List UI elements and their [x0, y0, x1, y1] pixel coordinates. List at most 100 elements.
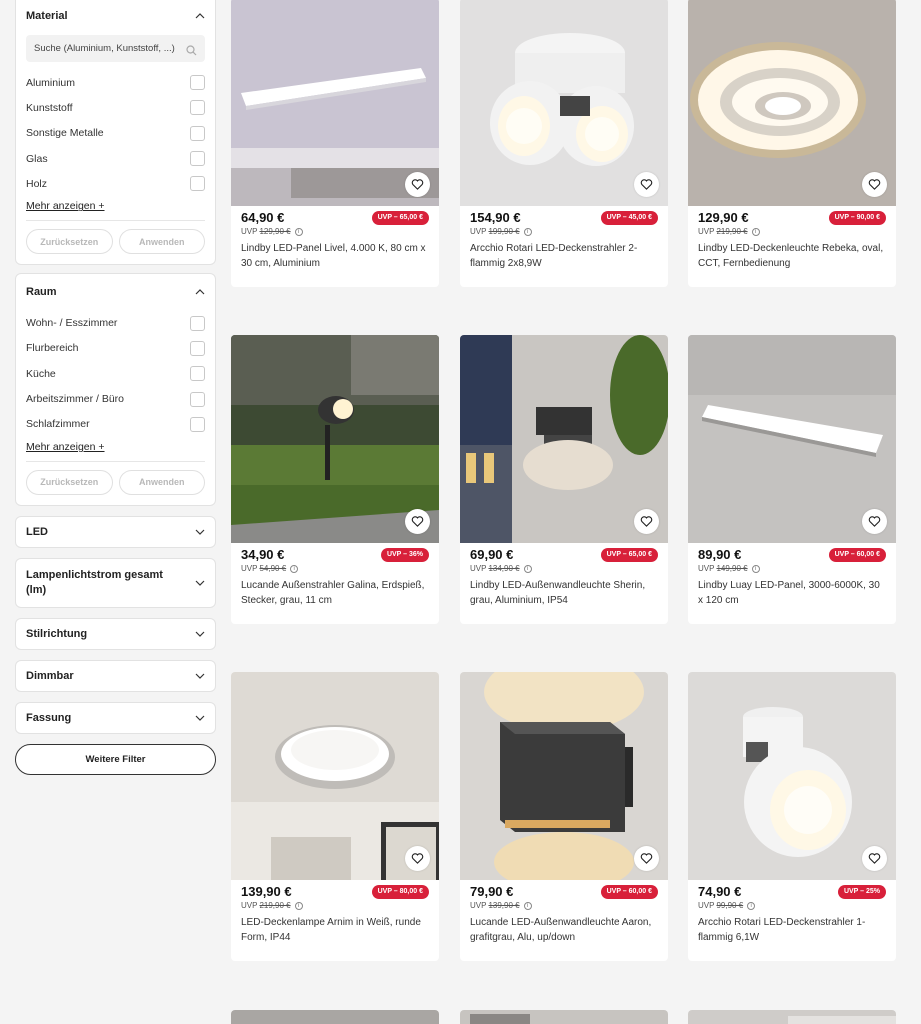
product-title[interactable]: Lindby LED-Außenwandleuchte Sherin, grau… [470, 578, 658, 608]
product-card[interactable]: 89,90 € UVP – 60,00 € UVP 149,90 € i Lindby… [688, 335, 896, 624]
filter-option[interactable]: Aluminium [26, 70, 205, 95]
product-card[interactable]: 34,90 € UVP – 36% UVP 54,90 € i Lucande Auß… [231, 335, 439, 624]
checkbox[interactable] [190, 416, 205, 432]
discount-badge: UVP – 90,00 € [828, 210, 886, 225]
product-card[interactable]: 139,90 € UVP – 80,00 € UVP 219,90 € i LED-D… [231, 672, 439, 961]
product-title[interactable]: Lindby LED-Deckenleuchte Rebeka, oval, C… [698, 241, 886, 271]
discount-badge: UVP – 60,00 € [600, 884, 658, 899]
checkbox[interactable] [190, 100, 205, 116]
wishlist-heart-icon[interactable] [634, 172, 659, 197]
apply-button[interactable]: Anwenden [118, 469, 205, 495]
checkbox[interactable] [190, 366, 205, 382]
product-price: 139,90 € [241, 884, 292, 899]
filter-option[interactable]: Schlafzimmer [26, 412, 205, 437]
filter-lumen[interactable]: Lampenlichtstrom gesamt (lm) [15, 557, 216, 608]
product-title[interactable]: Lindby LED-Panel Livel, 4.000 K, 80 cm x… [241, 241, 429, 271]
wishlist-heart-icon[interactable] [634, 846, 659, 871]
wishlist-heart-icon[interactable] [405, 846, 430, 871]
filter-option[interactable]: Sonstige Metalle [26, 121, 205, 146]
filter-led[interactable]: LED [15, 515, 216, 548]
checkbox[interactable] [190, 340, 205, 356]
product-card[interactable]: 69,90 € UVP – 65,00 € UVP 134,90 € i Lindby… [460, 335, 668, 624]
product-price: 74,90 € [698, 884, 742, 899]
product-price: 89,90 € [698, 547, 742, 562]
product-card[interactable]: 79,90 € UVP – 60,00 € UVP 139,90 € i Lucand… [460, 672, 668, 961]
product-card[interactable]: 129,90 € UVP – 90,00 € UVP 219,90 € i Lindb… [688, 0, 896, 287]
wishlist-heart-icon[interactable] [405, 509, 430, 534]
product-card[interactable]: 154,90 € UVP – 45,00 € UVP 199,90 € i Arcch… [460, 0, 668, 287]
filter-fassung[interactable]: Fassung [15, 701, 216, 734]
material-search [26, 35, 205, 62]
filter-option[interactable]: Küche [26, 361, 205, 386]
uvp-price: UVP 134,90 € i [470, 563, 658, 574]
filter-option[interactable]: Flurbereich [26, 336, 205, 361]
checkbox[interactable] [190, 315, 205, 331]
product-image[interactable] [460, 1010, 668, 1024]
uvp-price: UVP 54,90 € i [241, 563, 429, 574]
info-icon[interactable]: i [290, 564, 299, 573]
product-title[interactable]: Lucande LED-Außenwandleuchte Aaron, graf… [470, 915, 658, 945]
info-icon[interactable]: i [747, 901, 756, 910]
show-more-link[interactable]: Mehr anzeigen + [26, 441, 105, 453]
info-icon[interactable]: i [294, 901, 303, 910]
info-icon[interactable]: i [523, 564, 532, 573]
more-filters-button[interactable]: Weitere Filter [15, 743, 216, 775]
divider [26, 460, 205, 462]
reset-button[interactable]: Zurücksetzen [26, 229, 113, 255]
wishlist-heart-icon[interactable] [405, 172, 430, 197]
info-icon[interactable]: i [294, 227, 303, 236]
uvp-price: UVP 219,90 € i [698, 226, 886, 237]
filter-option[interactable]: Holz [26, 171, 205, 196]
product-image[interactable] [231, 1010, 439, 1024]
filter-raum-header[interactable]: Raum [16, 274, 215, 310]
product-card[interactable]: 64,90 € UVP – 65,00 € UVP 129,90 € i Lindby… [231, 0, 439, 287]
product-price: 129,90 € [698, 210, 749, 225]
wishlist-heart-icon[interactable] [862, 509, 887, 534]
product-title[interactable]: Arcchio Rotari LED-Deckenstrahler 2-flam… [470, 241, 658, 271]
discount-badge: UVP – 25% [837, 884, 886, 899]
wishlist-heart-icon[interactable] [862, 172, 887, 197]
product-title[interactable]: LED-Deckenlampe Arnim in Weiß, runde For… [241, 915, 429, 945]
product-image[interactable] [688, 1010, 896, 1024]
filter-material-header[interactable]: Material [16, 1, 215, 31]
checkbox[interactable] [190, 176, 205, 192]
product-price: 69,90 € [470, 547, 514, 562]
reset-button[interactable]: Zurücksetzen [26, 469, 113, 495]
show-more-link[interactable]: Mehr anzeigen + [26, 200, 105, 212]
discount-badge: UVP – 80,00 € [371, 884, 429, 899]
product-card[interactable]: 74,90 € UVP – 25% UVP 99,90 € i Arcchio Rot… [688, 672, 896, 961]
wishlist-heart-icon[interactable] [862, 846, 887, 871]
product-card[interactable] [460, 1010, 668, 1024]
chevron-down-icon [195, 671, 205, 681]
filter-option[interactable]: Kunststoff [26, 95, 205, 120]
info-icon[interactable]: i [751, 564, 760, 573]
checkbox[interactable] [190, 75, 205, 91]
filter-option[interactable]: Arbeitszimmer / Büro [26, 386, 205, 411]
info-icon[interactable]: i [523, 901, 532, 910]
uvp-price: UVP 149,90 € i [698, 563, 886, 574]
checkbox[interactable] [190, 151, 205, 167]
chevron-up-icon [195, 11, 205, 21]
discount-badge: UVP – 65,00 € [600, 547, 658, 562]
product-title[interactable]: Lucande Außenstrahler Galina, Erdspieß, … [241, 578, 429, 608]
product-title[interactable]: Arcchio Rotari LED-Deckenstrahler 1-flam… [698, 915, 886, 945]
filter-dimmbar[interactable]: Dimmbar [15, 659, 216, 692]
checkbox[interactable] [190, 391, 205, 407]
uvp-price: UVP 219,90 € i [241, 900, 429, 911]
info-icon[interactable]: i [523, 227, 532, 236]
filter-sidebar: Material Aluminium Kunststoff Sonstige M… [15, 0, 216, 775]
wishlist-heart-icon[interactable] [634, 509, 659, 534]
checkbox[interactable] [190, 125, 205, 141]
product-card[interactable] [688, 1010, 896, 1024]
filter-stilrichtung[interactable]: Stilrichtung [15, 617, 216, 650]
product-card[interactable] [231, 1010, 439, 1024]
search-icon [186, 43, 197, 56]
product-title[interactable]: Lindby Luay LED-Panel, 3000-6000K, 30 x … [698, 578, 886, 608]
uvp-price: UVP 199,90 € i [470, 226, 658, 237]
material-search-input[interactable] [26, 35, 205, 62]
filter-option[interactable]: Glas [26, 146, 205, 171]
info-icon[interactable]: i [751, 227, 760, 236]
filter-option[interactable]: Wohn- / Esszimmer [26, 310, 205, 335]
chevron-down-icon [195, 527, 205, 537]
apply-button[interactable]: Anwenden [118, 229, 205, 255]
